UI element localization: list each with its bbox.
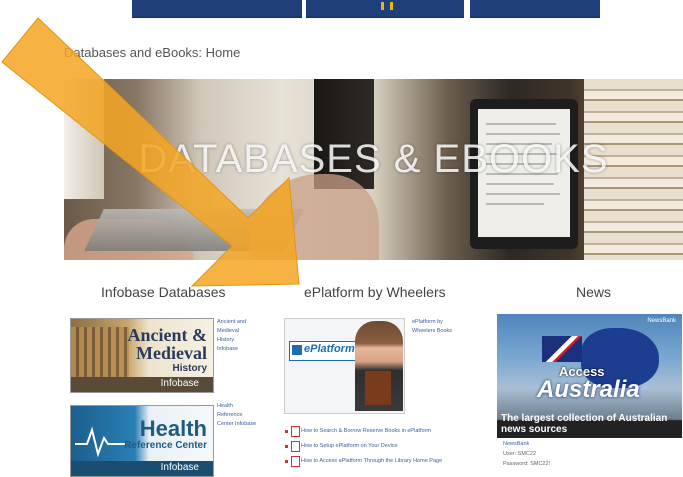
- health-link-line[interactable]: Center Infobase: [217, 420, 267, 429]
- eplatform-heading: ePlatform by Wheelers: [304, 284, 446, 300]
- newsbank-logo: NewsBank: [647, 318, 676, 324]
- nav-tab-1[interactable]: [132, 0, 302, 18]
- book-image: [365, 371, 391, 405]
- infobase-bar: Infobase: [71, 461, 213, 476]
- hero-banner: DATABASES & EBOOKS: [64, 79, 683, 260]
- eplatform-banner[interactable]: ePlatform: [284, 318, 405, 414]
- nav-tab-2[interactable]: [306, 0, 464, 18]
- nav-tab-3[interactable]: [470, 0, 600, 18]
- nav-tab-icon: [381, 2, 393, 10]
- infobase-heading: Infobase Databases: [101, 284, 226, 300]
- howto-link[interactable]: How to Setup ePlatform on Your Device: [301, 443, 398, 449]
- howto-item[interactable]: How to Setup ePlatform on Your Device: [285, 441, 495, 456]
- eplatform-logo: ePlatform: [289, 341, 363, 361]
- ancient-link-line[interactable]: Ancient and: [217, 318, 257, 327]
- ancient-link-line[interactable]: Medieval: [217, 327, 257, 336]
- newsbank-link[interactable]: NewsBank: [503, 439, 550, 449]
- eplatform-logo-icon: [292, 345, 302, 355]
- howto-link[interactable]: How to Access ePlatform Through the Libr…: [301, 458, 442, 464]
- news-user: User: SMC22: [503, 451, 537, 457]
- infobase-bar: Infobase: [71, 377, 213, 392]
- breadcrumb: Databases and eBooks: Home: [64, 45, 241, 60]
- howto-item[interactable]: How to Access ePlatform Through the Libr…: [285, 456, 495, 471]
- news-password: Password: SMC22!: [503, 461, 551, 467]
- access-australia-banner[interactable]: NewsBank Access Australia The largest co…: [497, 314, 682, 438]
- ancient-title-line2: Medieval: [136, 343, 207, 363]
- health-subtitle: Reference Center: [124, 440, 207, 451]
- health-side-link[interactable]: Health Reference Center Infobase: [217, 402, 267, 429]
- hero-title: DATABASES & EBOOKS: [138, 137, 609, 181]
- eplatform-howto-list: How to Search & Borrow Reserve Books in …: [285, 426, 495, 471]
- ancient-medieval-history-banner[interactable]: Ancient & Medieval History Infobase: [70, 318, 214, 393]
- pdf-icon: [291, 456, 300, 467]
- eplatform-side-link[interactable]: ePlatform by Wheelers Books: [412, 318, 467, 336]
- news-caption: The largest collection of Australian new…: [501, 413, 668, 435]
- news-heading: News: [576, 284, 612, 300]
- pdf-icon: [291, 426, 300, 437]
- howto-item[interactable]: How to Search & Borrow Reserve Books in …: [285, 426, 495, 441]
- ancient-title-line3: History: [172, 363, 207, 374]
- hero-hand-right: [249, 174, 379, 260]
- infobase-logo: Infobase: [160, 378, 199, 389]
- ancient-side-link[interactable]: Ancient and Medieval History Infobase: [217, 318, 257, 354]
- top-navigation: [0, 0, 683, 18]
- heartbeat-icon: [75, 426, 125, 458]
- infobase-logo: Infobase: [160, 462, 199, 473]
- health-link-line[interactable]: Reference: [217, 411, 267, 420]
- health-link-line[interactable]: Health: [217, 402, 267, 411]
- bullet: [285, 445, 288, 448]
- australia-text: Australia: [537, 376, 640, 403]
- ruins-image: [71, 327, 129, 377]
- health-reference-center-banner[interactable]: Health Reference Center Infobase: [70, 405, 214, 477]
- ancient-link-line[interactable]: Infobase: [217, 345, 257, 354]
- health-title: Health: [139, 416, 207, 441]
- ancient-link-line[interactable]: History: [217, 336, 257, 345]
- australian-flag-image: [542, 336, 582, 362]
- bullet: [285, 430, 288, 433]
- howto-link[interactable]: How to Search & Borrow Reserve Books in …: [301, 428, 431, 434]
- bullet: [285, 460, 288, 463]
- pdf-icon: [291, 441, 300, 452]
- eplatform-logo-text: ePlatform: [304, 343, 355, 355]
- news-login-info: NewsBank User: SMC22 Password: SMC22!: [503, 439, 550, 469]
